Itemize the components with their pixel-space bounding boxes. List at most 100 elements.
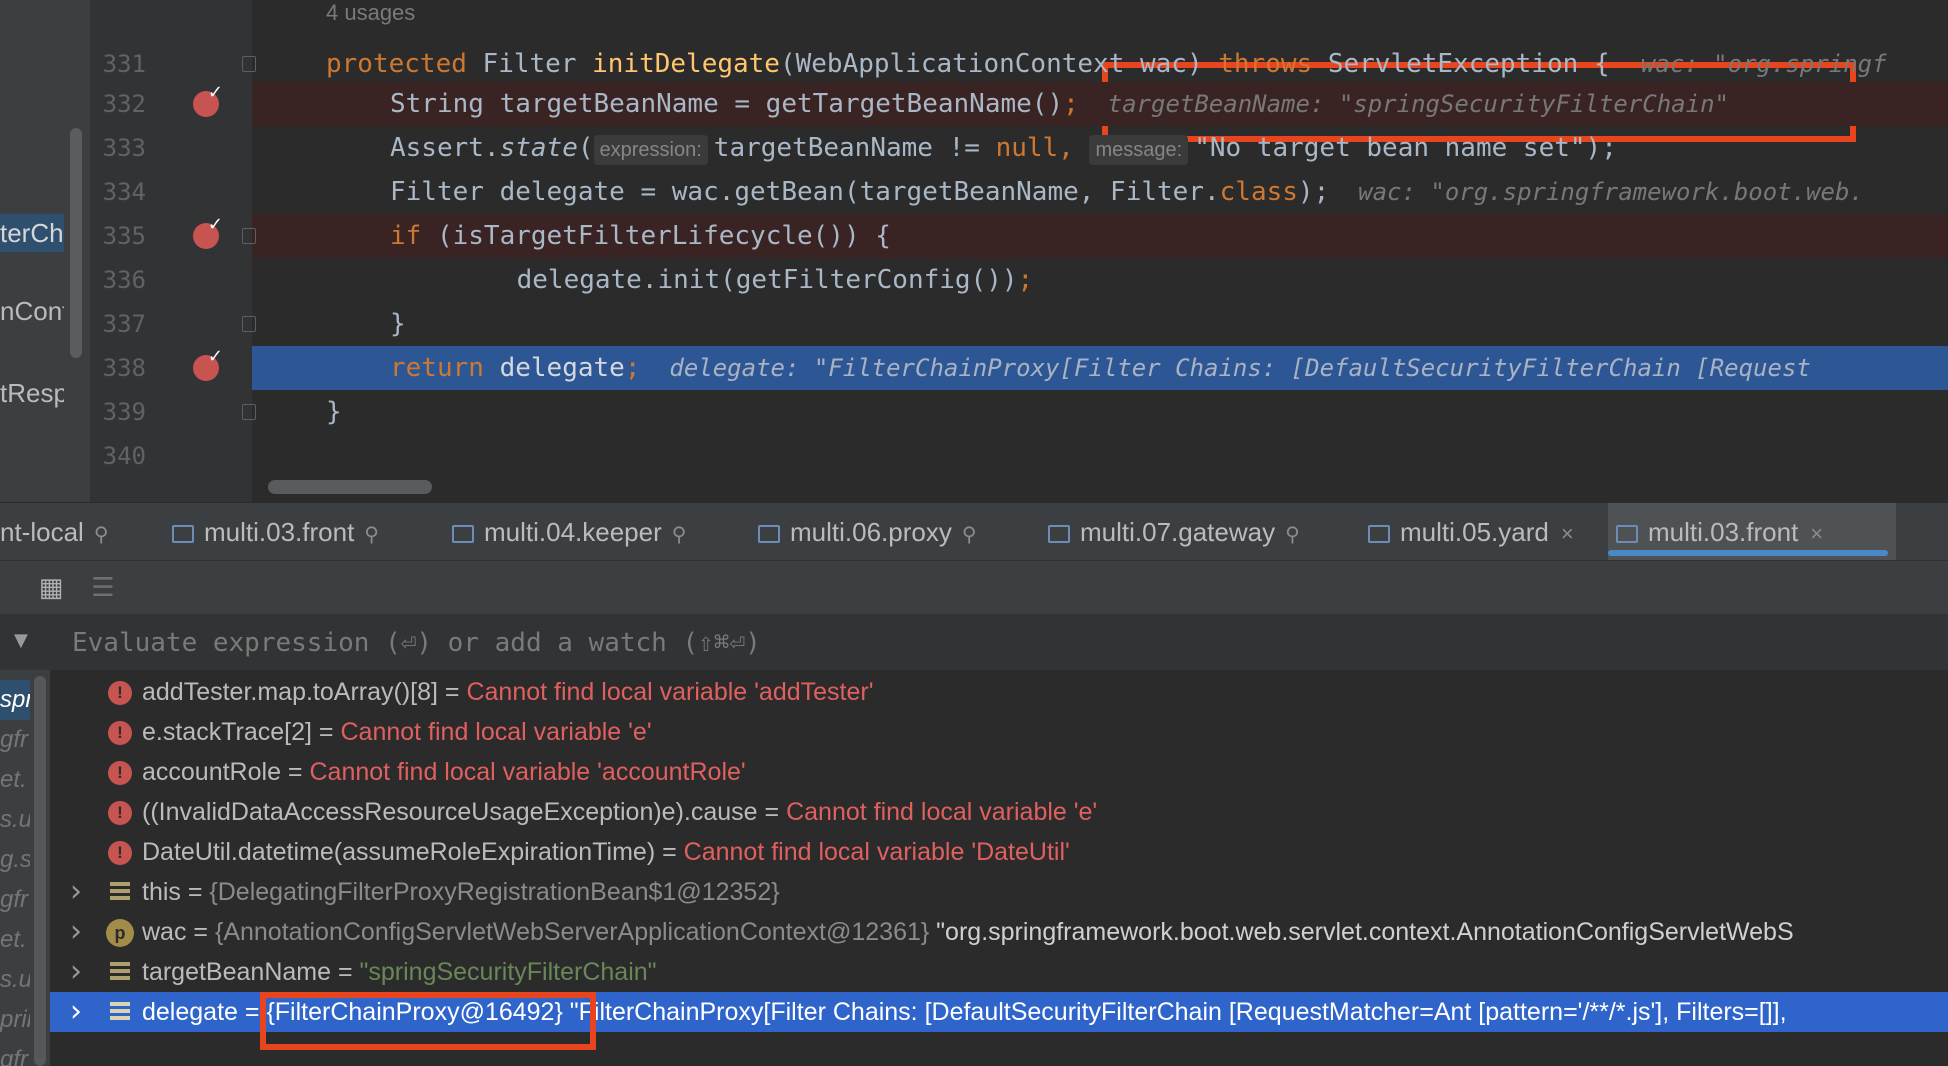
inline-debug-value: wac: "org.springframework.boot.web. bbox=[1329, 178, 1864, 206]
code-text[interactable]: protected Filter initDelegate(WebApplica… bbox=[326, 42, 1887, 86]
equals-sign: = bbox=[180, 878, 210, 906]
fold-marker-icon[interactable] bbox=[242, 404, 256, 420]
tab-0[interactable]: nt-local ⚲ bbox=[0, 503, 120, 561]
tab-3[interactable]: multi.06.proxy ⚲ bbox=[750, 503, 1008, 561]
frame-item[interactable]: prin bbox=[0, 1000, 30, 1040]
error-icon: ! bbox=[108, 841, 132, 865]
frame-item[interactable]: gfr bbox=[0, 720, 30, 760]
field-icon bbox=[110, 962, 130, 982]
line-number[interactable]: 334 bbox=[100, 170, 146, 214]
tab-1[interactable]: multi.03.front ⚲ bbox=[164, 503, 412, 561]
variable-value: Cannot find local variable 'accountRole' bbox=[309, 758, 746, 786]
code-token: ); bbox=[1297, 177, 1330, 207]
equals-sign: = bbox=[280, 758, 310, 786]
variable-row[interactable]: › targetBeanName = "springSecurityFilterC… bbox=[50, 952, 1948, 992]
code-text[interactable]: return delegate; delegate: "FilterChainP… bbox=[390, 346, 1811, 390]
fold-marker-icon[interactable] bbox=[242, 316, 256, 332]
close-icon[interactable]: × bbox=[1561, 521, 1574, 546]
fold-marker-icon[interactable] bbox=[242, 228, 256, 244]
chevron-down-icon[interactable]: ▼ bbox=[14, 630, 28, 651]
line-number[interactable]: 333 bbox=[100, 126, 146, 170]
object-id: {AnnotationConfigServletWebServerApplica… bbox=[214, 918, 930, 946]
code-line[interactable] bbox=[0, 434, 1948, 478]
line-number[interactable]: 335 bbox=[100, 214, 146, 258]
variable-row[interactable]: ! ((InvalidDataAccessResourceUsageExcepti… bbox=[50, 792, 1948, 832]
code-token: return bbox=[390, 353, 500, 383]
line-number[interactable]: 332 bbox=[100, 82, 146, 126]
code-text[interactable]: delegate.init(getFilterConfig()); bbox=[454, 258, 1034, 302]
window-icon bbox=[172, 525, 194, 543]
pin-icon[interactable]: ⚲ bbox=[94, 524, 109, 546]
variable-row[interactable]: ! DateUtil.datetime(assumeRoleExpirationT… bbox=[50, 832, 1948, 872]
code-text[interactable]: String targetBeanName = getTargetBeanNam… bbox=[390, 82, 1729, 126]
expand-chevron-icon[interactable]: › bbox=[70, 912, 82, 952]
window-icon bbox=[758, 525, 780, 543]
tab-2[interactable]: multi.04.keeper ⚲ bbox=[444, 503, 720, 561]
code-token: state bbox=[499, 133, 578, 163]
pin-icon[interactable]: ⚲ bbox=[1285, 524, 1300, 546]
variable-text: this = {DelegatingFilterProxyRegistratio… bbox=[142, 872, 780, 912]
frame-item[interactable]: s.ur bbox=[0, 800, 30, 840]
code-token: ; bbox=[624, 353, 641, 383]
frame-item[interactable]: et. bbox=[0, 920, 30, 960]
highlight-box-delegate-object bbox=[260, 992, 596, 1050]
tab-4[interactable]: multi.07.gateway ⚲ bbox=[1040, 503, 1330, 561]
code-text[interactable]: Assert.state(expression: targetBeanName !… bbox=[390, 126, 1617, 170]
variable-name: wac bbox=[142, 918, 187, 946]
code-line[interactable] bbox=[0, 302, 1948, 346]
breakpoint-icon[interactable] bbox=[193, 82, 223, 117]
variable-value: "springSecurityFilterChain" bbox=[359, 958, 657, 986]
code-token: (isTargetFilterLifecycle()) { bbox=[436, 221, 891, 251]
code-token: throws bbox=[1218, 49, 1328, 79]
object-id: {DelegatingFilterProxyRegistrationBean$1… bbox=[209, 878, 780, 906]
settings-list-icon[interactable]: ☰ bbox=[86, 571, 120, 605]
debug-toolbar: ▦ ☰ bbox=[0, 560, 1948, 615]
pin-icon[interactable]: ⚲ bbox=[962, 524, 977, 546]
evaluate-row: ▼ bbox=[0, 614, 1948, 671]
code-text[interactable]: if (isTargetFilterLifecycle()) { bbox=[390, 214, 891, 258]
variable-row[interactable]: › this = {DelegatingFilterProxyRegistrati… bbox=[50, 872, 1948, 912]
frames-scrollbar[interactable] bbox=[34, 676, 46, 1066]
line-number[interactable]: 331 bbox=[100, 42, 146, 86]
error-icon: ! bbox=[108, 681, 132, 705]
line-number[interactable]: 338 bbox=[100, 346, 146, 390]
fold-marker-icon[interactable] bbox=[242, 56, 256, 72]
frame-item[interactable]: spri bbox=[0, 680, 30, 720]
line-number[interactable]: 339 bbox=[100, 390, 146, 434]
line-number[interactable]: 336 bbox=[100, 258, 146, 302]
breakpoint-icon[interactable] bbox=[193, 346, 223, 381]
inline-debug-value: delegate: "FilterChainProxy[Filter Chain… bbox=[640, 354, 1811, 382]
close-icon[interactable]: × bbox=[1810, 521, 1823, 546]
variable-text: addTester.map.toArray()[8] = Cannot find… bbox=[142, 672, 873, 712]
code-text[interactable]: } bbox=[326, 390, 342, 434]
frame-item[interactable]: g.s bbox=[0, 840, 30, 880]
frame-item[interactable]: gfr bbox=[0, 1040, 30, 1066]
expand-chevron-icon[interactable]: › bbox=[70, 952, 82, 992]
code-text[interactable]: Filter delegate = wac.getBean(targetBean… bbox=[390, 170, 1864, 214]
variable-row[interactable]: ! accountRole = Cannot find local variabl… bbox=[50, 752, 1948, 792]
frame-item[interactable]: et. bbox=[0, 760, 30, 800]
code-text[interactable]: } bbox=[390, 302, 406, 346]
pin-icon[interactable]: ⚲ bbox=[364, 524, 379, 546]
tab-5[interactable]: multi.05.yard × bbox=[1360, 503, 1592, 561]
variable-text: ((InvalidDataAccessResourceUsageExceptio… bbox=[142, 792, 1097, 832]
variable-value: Cannot find local variable 'addTester' bbox=[466, 678, 874, 706]
code-token: ServletException { bbox=[1327, 49, 1641, 79]
expand-chevron-icon[interactable]: › bbox=[70, 872, 82, 912]
table-icon[interactable]: ▦ bbox=[34, 571, 68, 605]
variable-row[interactable]: › p wac = {AnnotationConfigServletWebServe… bbox=[50, 912, 1948, 952]
evaluate-expression-input[interactable] bbox=[70, 622, 1474, 664]
pin-icon[interactable]: ⚲ bbox=[672, 524, 687, 546]
variable-row[interactable]: ! e.stackTrace[2] = Cannot find local var… bbox=[50, 712, 1948, 752]
expand-chevron-icon[interactable]: › bbox=[70, 992, 82, 1032]
structure-item[interactable]: terCh bbox=[0, 214, 64, 252]
variable-row[interactable]: ! addTester.map.toArray()[8] = Cannot fin… bbox=[50, 672, 1948, 712]
line-number[interactable]: 340 bbox=[100, 434, 146, 478]
code-line[interactable] bbox=[0, 390, 1948, 434]
editor-horizontal-scrollbar[interactable] bbox=[268, 480, 432, 494]
frame-item[interactable]: gfr bbox=[0, 880, 30, 920]
line-number[interactable]: 337 bbox=[100, 302, 146, 346]
breakpoint-icon[interactable] bbox=[193, 214, 223, 249]
frame-item[interactable]: s.ur bbox=[0, 960, 30, 1000]
usages-hint[interactable]: 4 usages bbox=[326, 0, 415, 26]
